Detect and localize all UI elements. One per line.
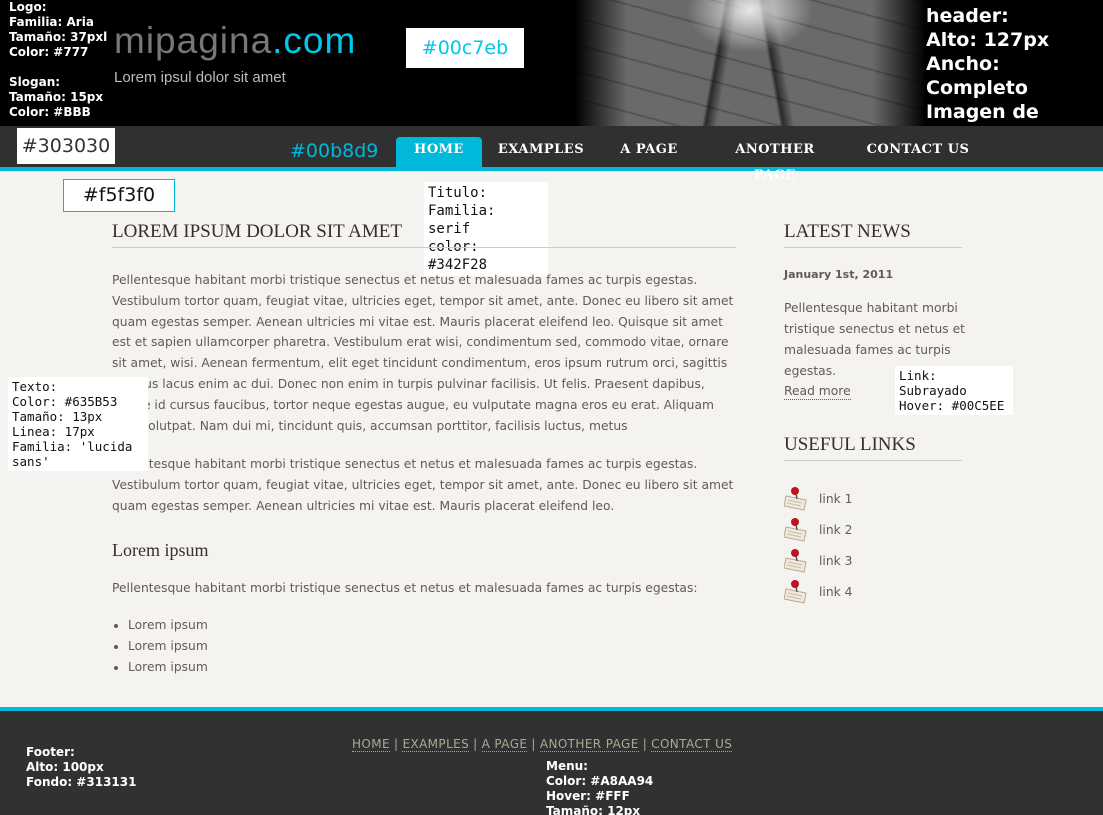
body-paragraph-3: Pellentesque habitant morbi tristique se… — [112, 581, 698, 595]
annotation-line: Tamaño: 15px — [9, 90, 104, 104]
logo-text-main: mipagina — [114, 20, 273, 61]
footer-menu: HOME | EXAMPLES | A PAGE | ANOTHER PAGE | CONTAC… — [352, 737, 733, 752]
annotation-line: Color: #A8AA94 — [546, 774, 654, 788]
main-navigation: #303030 #00b8d9 HOME EXAMPLES A PAGE ANO… — [0, 126, 1103, 183]
nav-item-examples[interactable]: EXAMPLES — [494, 137, 588, 167]
footer-menu-annotation: Menu: Color: #A8AA94 Hover: #FFF Tamaño:… — [546, 759, 653, 815]
link-label: link 2 — [819, 523, 853, 537]
annotation-line: Footer: — [26, 745, 75, 759]
bookmark-pin-icon — [784, 580, 807, 604]
footer-annotation: Footer: Alto: 100px Fondo: #313131 — [26, 745, 136, 790]
logo-annotation: Logo: Familia: Aria Tamaño: 37pxl Color:… — [9, 0, 107, 60]
footer-link-examples[interactable]: EXAMPLES — [402, 737, 470, 752]
bullet-list: Lorem ipsum Lorem ipsum Lorem ipsum — [128, 615, 208, 678]
title-annotation: Titulo: Familia: serif color: #342F28 — [424, 182, 548, 276]
annotation-line: Familia: serif — [428, 203, 496, 237]
text-annotation: Texto: Color: #635B53 Tamaño: 13px Linea… — [8, 377, 148, 471]
footer-link-a-page[interactable]: A PAGE — [481, 737, 528, 752]
list-item: Lorem ipsum — [128, 615, 208, 636]
annotation-line: Logo: — [9, 0, 47, 14]
footer-separator: | — [642, 737, 648, 751]
annotation-line: Menu: — [546, 759, 588, 773]
annotation-line: Alto: 100px — [26, 760, 104, 774]
footer-link-home[interactable]: HOME — [352, 737, 391, 752]
annotation-line: Subrayado — [899, 383, 967, 398]
annotation-line: Slogan: — [9, 75, 61, 89]
annotation-line: Hover: #FFF — [546, 789, 630, 803]
read-more-link[interactable]: Read more — [784, 383, 851, 400]
site-logo[interactable]: mipagina.com — [114, 20, 356, 62]
annotation-line: Tamaño: 13px — [12, 409, 103, 424]
annotation-line: color: #342F28 — [428, 239, 488, 273]
list-item: Lorem ipsum — [128, 636, 208, 657]
list-item: Lorem ipsum — [128, 657, 208, 678]
annotation-line: header: — [926, 5, 1009, 27]
link-annotation: Link: Subrayado Hover: #00C5EE — [895, 366, 1013, 415]
annotation-line: Color: #777 — [9, 45, 89, 59]
nav-item-another-page[interactable]: ANOTHER PAGE — [712, 137, 838, 183]
link-label: link 4 — [819, 585, 853, 599]
annotation-line: Color: #BBB — [9, 105, 91, 119]
annotation-line: Familia: 'lucida sans' — [12, 439, 133, 469]
footer-separator: | — [473, 737, 478, 751]
bookmark-pin-icon — [784, 518, 807, 542]
nav-accent-swatch: #00b8d9 — [290, 140, 379, 162]
site-slogan: Lorem ipsul dolor sit amet — [114, 69, 286, 86]
footer-separator: | — [394, 737, 399, 751]
logo-color-swatch: #00c7eb — [406, 28, 524, 68]
logo-text-domain: .com — [272, 20, 357, 61]
annotation-line: Hover: #00C5EE — [899, 398, 1005, 413]
bookmark-pin-icon — [784, 487, 807, 511]
annotation-line: Familia: Aria — [9, 15, 94, 29]
link-label: link 1 — [819, 492, 853, 506]
header-annotation: header: Alto: 127px Ancho: Completo Imag… — [926, 4, 1103, 126]
links-divider — [784, 460, 962, 461]
header: Logo: Familia: Aria Tamaño: 37pxl Color:… — [0, 0, 1103, 126]
nav-item-home[interactable]: HOME — [396, 137, 482, 167]
slogan-annotation: Slogan: Tamaño: 15px Color: #BBB — [9, 75, 103, 120]
footer-link-another-page[interactable]: ANOTHER PAGE — [539, 737, 639, 752]
title-divider — [112, 247, 736, 248]
annotation-line: Alto: 127px — [926, 29, 1050, 51]
annotation-line: Color: #635B53 — [12, 394, 118, 409]
annotation-line: Texto: — [12, 379, 58, 394]
annotation-line: Link: — [899, 368, 937, 383]
footer-link-contact-us[interactable]: CONTACT US — [651, 737, 733, 752]
section-subtitle: Lorem ipsum — [112, 540, 209, 560]
body-paragraph-2: Pellentesque habitant morbi tristique se… — [112, 457, 734, 513]
nav-color-swatch: #303030 — [17, 128, 115, 164]
news-divider — [784, 247, 962, 248]
annotation-line: Imagen de fondo — [926, 101, 1039, 126]
annotation-line: Tamaño: 37pxl — [9, 30, 108, 44]
footer: Footer: Alto: 100px Fondo: #313131 HOME |… — [0, 707, 1103, 815]
annotation-line: Tamaño: 12px — [546, 804, 641, 815]
nav-item-a-page[interactable]: A PAGE — [610, 137, 688, 167]
annotation-line: Ancho: Completo — [926, 53, 1028, 99]
news-date: January 1st, 2011 — [784, 268, 894, 281]
latest-news-title: LATEST NEWS — [784, 221, 911, 242]
bookmark-pin-icon — [784, 549, 807, 573]
page-title: LOREM IPSUM DOLOR SIT AMET — [112, 221, 402, 242]
body-paragraph-1: Pellentesque habitant morbi tristique se… — [112, 273, 734, 433]
header-background-image — [575, 0, 925, 126]
annotation-line: Titulo: — [428, 185, 488, 201]
footer-separator: | — [531, 737, 536, 751]
link-label: link 3 — [819, 554, 853, 568]
useful-links-title: USEFUL LINKS — [784, 434, 916, 455]
page-bg-swatch: #f5f3f0 — [63, 179, 175, 212]
annotation-line: Fondo: #313131 — [26, 775, 137, 789]
annotation-line: Linea: 17px — [12, 424, 95, 439]
nav-item-contact-us[interactable]: CONTACT US — [862, 137, 974, 167]
